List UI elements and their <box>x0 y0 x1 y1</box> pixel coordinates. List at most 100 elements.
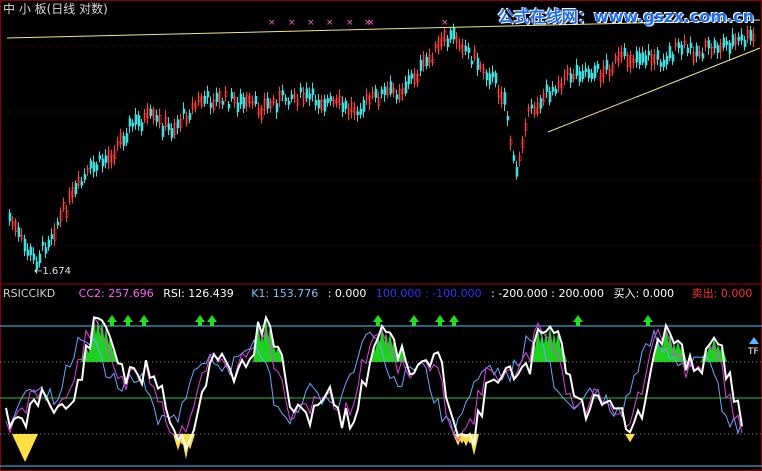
candle-body <box>128 118 132 127</box>
candle-body <box>515 166 519 177</box>
candle-body <box>494 73 498 84</box>
candle-body <box>722 37 726 48</box>
candle-body <box>446 38 450 48</box>
candle-body <box>188 113 192 120</box>
candle-body <box>590 72 594 79</box>
candle-body <box>50 234 54 240</box>
candle-body <box>308 93 312 100</box>
candle-body <box>56 221 60 226</box>
candle-body <box>404 81 408 94</box>
buy-arrow <box>409 315 419 326</box>
candle-body <box>125 133 129 143</box>
candle-body <box>731 34 735 47</box>
candle-body <box>548 91 552 103</box>
candle-body <box>680 44 684 55</box>
x-mark: × <box>307 18 315 28</box>
candle-body <box>209 102 213 108</box>
candle-body <box>74 183 78 195</box>
candle-body <box>101 158 105 167</box>
candle-body <box>716 45 720 53</box>
candle-body <box>701 53 705 59</box>
candle-body <box>137 115 141 127</box>
candle-body <box>512 155 516 161</box>
candle-body <box>584 68 588 73</box>
candle-body <box>230 92 234 99</box>
candle-body <box>17 227 21 237</box>
candle-body <box>290 94 294 100</box>
watermark-text: 公式在线网：www.gszx.com.cn <box>497 7 754 26</box>
candle-body <box>254 96 258 105</box>
candle-body <box>281 90 285 96</box>
candle-body <box>656 50 660 60</box>
candle-body <box>374 88 378 98</box>
buy-arrow <box>195 315 205 326</box>
candle-body <box>26 249 30 256</box>
candle-body <box>215 92 219 102</box>
candle-body <box>95 164 99 171</box>
candle-body <box>359 108 363 115</box>
value-2: 100.000 <box>375 287 422 300</box>
candle-body <box>170 128 174 139</box>
candle-body <box>695 45 699 57</box>
candle-body <box>419 59 423 72</box>
candle-body <box>395 94 399 100</box>
candle-body <box>575 64 579 76</box>
candle-body <box>239 93 243 105</box>
candle-body <box>425 56 429 67</box>
value-4: : -200.000 <box>491 287 548 300</box>
candle-body <box>707 40 711 49</box>
value-1: : 0.000 <box>327 287 367 300</box>
candle-body <box>491 71 495 78</box>
candle-body <box>623 48 627 57</box>
candle-body <box>686 47 690 54</box>
candle-body <box>83 174 87 180</box>
candle-body <box>242 97 246 109</box>
candle-body <box>317 99 321 109</box>
candle-body <box>305 88 309 98</box>
candle-body <box>737 36 741 41</box>
rsi-value: RSI: 126.439 <box>163 287 234 300</box>
candle-body <box>449 30 453 40</box>
x-mark: × <box>288 18 296 28</box>
candle-body <box>647 50 651 56</box>
candle-body <box>323 99 327 112</box>
buy-value: 买入: 0.000 <box>613 287 675 300</box>
candle-body <box>329 96 333 102</box>
candle-body <box>155 115 159 122</box>
value-3: : -100.000 <box>424 287 482 300</box>
buy-arrow <box>123 315 133 326</box>
candle-body <box>569 73 573 83</box>
candle-body <box>38 253 42 264</box>
candle-body <box>743 39 747 48</box>
candle-body <box>578 71 582 82</box>
x-mark: × <box>367 18 375 28</box>
candle-body <box>167 123 171 130</box>
candle-body <box>92 161 96 173</box>
candle-body <box>554 88 558 94</box>
candle-body <box>641 52 645 63</box>
candle-body <box>593 65 597 78</box>
candlestick-series <box>8 23 756 274</box>
indicator-name[interactable]: RSICCIKD <box>3 287 55 300</box>
buy-arrow <box>373 315 383 326</box>
candle-body <box>677 42 681 49</box>
low-price-label: ←1.674 <box>34 266 72 277</box>
candle-body <box>341 102 345 112</box>
stock-chart-canvas[interactable]: × × × × × ×× × × <box>0 0 762 471</box>
buy-arrow <box>107 315 117 326</box>
candle-body <box>665 55 669 65</box>
candle-body <box>275 103 279 113</box>
candle-body <box>470 60 474 65</box>
candle-body <box>644 55 648 66</box>
candle-body <box>182 108 186 114</box>
cc2-value: CC2: 257.696 <box>78 287 154 300</box>
candle-body <box>485 72 489 81</box>
candle-body <box>122 135 126 146</box>
candle-body <box>581 70 585 79</box>
candle-body <box>29 246 33 256</box>
candle-body <box>506 116 510 121</box>
x-mark: × <box>441 18 449 28</box>
right-edge-tag: TF <box>748 347 759 357</box>
k1-value: K1: 153.776 <box>251 287 319 300</box>
candle-body <box>380 89 384 95</box>
